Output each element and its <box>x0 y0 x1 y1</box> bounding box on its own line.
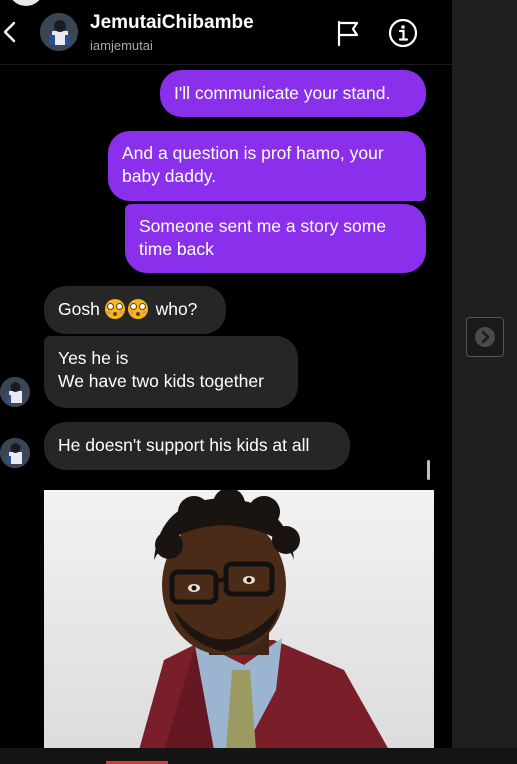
message-sent[interactable]: And a question is prof hamo, your baby d… <box>108 131 426 201</box>
chevron-left-icon <box>3 21 16 43</box>
bottom-bar <box>0 748 517 764</box>
message-received[interactable]: He doesn't support his kids at all <box>44 422 350 470</box>
flushed-face-icon <box>127 299 148 319</box>
flag-icon <box>337 20 359 47</box>
message-text: who? <box>155 299 198 319</box>
flushed-face-icon <box>104 299 125 319</box>
photo-message[interactable] <box>44 490 434 750</box>
message-text: I'll communicate your stand. <box>174 83 391 103</box>
message-sent[interactable]: Someone sent me a story some time back <box>125 204 426 273</box>
chat-header: JemutaiChibambe iamjemutai <box>0 0 452 65</box>
report-button[interactable] <box>334 19 362 47</box>
message-text: He doesn't support his kids at all <box>58 435 310 455</box>
sender-avatar[interactable] <box>0 438 30 468</box>
message-received[interactable]: Gosh who? <box>44 286 226 334</box>
message-sent[interactable]: I'll communicate your stand. <box>160 70 426 117</box>
side-panel <box>452 0 517 764</box>
message-text-line: time back <box>139 239 214 259</box>
message-text-line: We have two kids together <box>58 371 264 391</box>
avatar-image <box>0 377 30 407</box>
photo-image <box>44 490 434 750</box>
avatar-image <box>0 438 30 468</box>
chat-screen: JemutaiChibambe iamjemutai I'll communic… <box>0 0 452 764</box>
message-text-line: Yes he is <box>58 348 129 368</box>
avatar[interactable] <box>40 13 78 51</box>
message-received[interactable]: Yes he is We have two kids together <box>44 336 298 408</box>
message-text: Gosh <box>58 299 100 319</box>
next-button[interactable] <box>466 317 504 357</box>
message-text-line: And a question is prof hamo, your <box>122 143 384 163</box>
sender-avatar[interactable] <box>0 377 30 407</box>
avatar-image <box>40 13 78 51</box>
chevron-right-icon <box>475 327 495 347</box>
scrollbar[interactable] <box>427 460 430 480</box>
message-text-line: Someone sent me a story some <box>139 216 387 236</box>
contact-name[interactable]: JemutaiChibambe <box>90 12 254 34</box>
info-icon <box>388 18 418 48</box>
contact-handle: iamjemutai <box>90 38 153 53</box>
back-button[interactable] <box>0 16 22 48</box>
message-text-line: baby daddy. <box>122 166 217 186</box>
info-button[interactable] <box>388 18 418 48</box>
